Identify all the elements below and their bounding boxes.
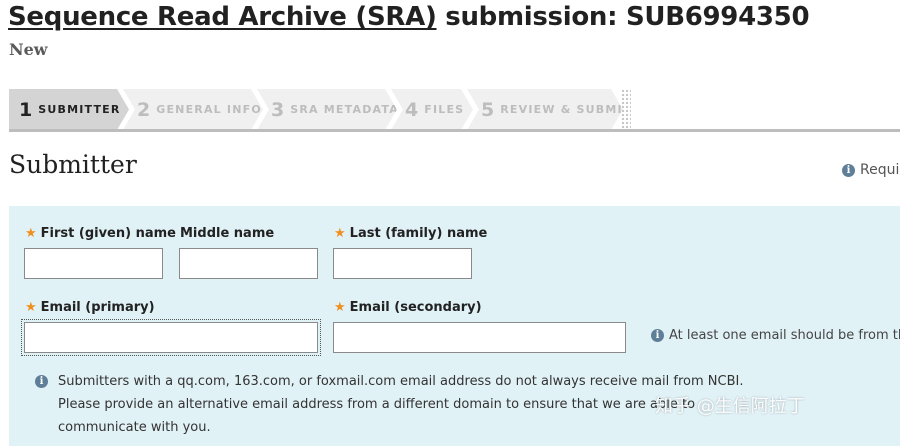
email-secondary-label-text: Email (secondary) bbox=[349, 300, 482, 315]
middle-name-label-text: Middle name bbox=[180, 226, 275, 241]
info-icon: i bbox=[842, 163, 855, 177]
step-number: 4 bbox=[405, 98, 419, 121]
section-title: Submitter bbox=[9, 150, 137, 179]
last-name-label-text: Last (family) name bbox=[349, 226, 488, 241]
first-name-label: ★ First (given) name bbox=[25, 226, 176, 241]
step-files[interactable]: 4 FILES bbox=[391, 89, 473, 130]
step-label: GENERAL INFO bbox=[156, 103, 262, 116]
step-number: 3 bbox=[271, 98, 285, 121]
required-note-text: Requir bbox=[860, 162, 900, 178]
sra-title-link[interactable]: Sequence Read Archive (SRA) bbox=[8, 2, 437, 32]
notice-line: Submitters with a qq.com, 163.com, or fo… bbox=[58, 374, 744, 389]
required-star-icon: ★ bbox=[25, 226, 37, 241]
step-label: FILES bbox=[424, 103, 465, 116]
steps-divider bbox=[9, 129, 900, 132]
page-title: Sequence Read Archive (SRA) submission: … bbox=[8, 2, 810, 32]
step-submitter[interactable]: 1 SUBMITTER bbox=[9, 89, 129, 130]
watermark: 知乎 @生信阿拉丁 bbox=[655, 396, 805, 417]
step-number: 2 bbox=[137, 98, 151, 121]
submission-status: New bbox=[9, 40, 48, 59]
last-name-input[interactable] bbox=[333, 248, 472, 279]
last-name-label: ★ Last (family) name bbox=[334, 226, 487, 241]
email-domain-notice: i Submitters with a qq.com, 163.com, or … bbox=[35, 370, 743, 439]
email-primary-input[interactable] bbox=[21, 319, 321, 356]
step-number: 1 bbox=[19, 98, 33, 121]
email-secondary-input[interactable] bbox=[333, 322, 626, 353]
first-name-input[interactable] bbox=[24, 248, 163, 279]
info-icon: i bbox=[651, 329, 664, 342]
first-name-label-text: First (given) name bbox=[40, 226, 176, 241]
step-number: 5 bbox=[481, 98, 495, 121]
steps-fade bbox=[621, 89, 631, 130]
required-star-icon: ★ bbox=[334, 226, 346, 241]
middle-name-label: Middle name bbox=[180, 226, 274, 241]
step-review-submit[interactable]: 5 REVIEW & SUBMIT bbox=[467, 89, 623, 130]
required-note: i Requir bbox=[842, 162, 900, 178]
email-hint: i At least one email should be from th bbox=[651, 328, 900, 343]
middle-name-input[interactable] bbox=[179, 248, 318, 279]
step-label: SUBMITTER bbox=[38, 103, 121, 116]
info-icon: i bbox=[35, 375, 48, 388]
required-star-icon: ★ bbox=[334, 300, 346, 315]
notice-line: communicate with you. bbox=[58, 420, 211, 435]
step-label: SRA METADATA bbox=[290, 103, 399, 116]
email-hint-text: At least one email should be from th bbox=[669, 328, 900, 343]
required-star-icon: ★ bbox=[25, 300, 37, 315]
submission-id-title: submission: SUB6994350 bbox=[436, 2, 810, 32]
step-general-info[interactable]: 2 GENERAL INFO bbox=[123, 89, 263, 130]
notice-line: Please provide an alternative email addr… bbox=[58, 397, 696, 412]
email-primary-label-text: Email (primary) bbox=[40, 300, 155, 315]
email-secondary-label: ★ Email (secondary) bbox=[334, 300, 482, 315]
step-sra-metadata[interactable]: 3 SRA METADATA bbox=[257, 89, 397, 130]
wizard-steps: 1 SUBMITTER 2 GENERAL INFO 3 SRA METADAT… bbox=[9, 89, 631, 130]
email-primary-label: ★ Email (primary) bbox=[25, 300, 155, 315]
step-label: REVIEW & SUBMIT bbox=[500, 103, 632, 116]
